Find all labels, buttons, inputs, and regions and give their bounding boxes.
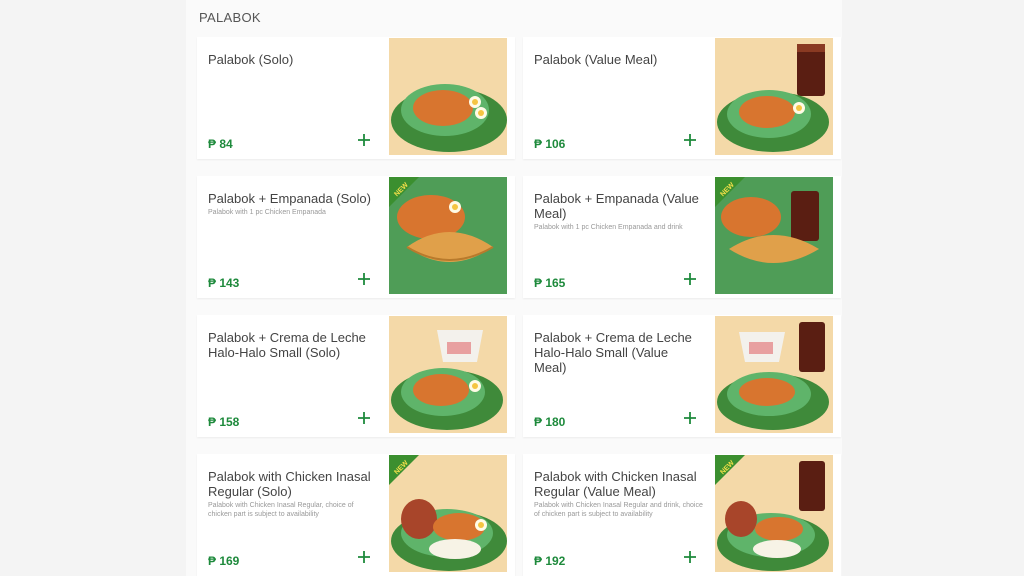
plus-icon xyxy=(684,134,696,146)
plus-icon xyxy=(684,273,696,285)
food-image: NEW xyxy=(389,177,507,294)
add-to-cart-button[interactable] xyxy=(681,131,699,149)
menu-item-card[interactable]: Palabok with Chicken Inasal Regular (Val… xyxy=(523,454,841,576)
add-to-cart-button[interactable] xyxy=(681,548,699,566)
item-price: ₱ 158 xyxy=(208,415,240,429)
menu-item-card[interactable]: Palabok + Empanada (Value Meal) Palabok w… xyxy=(523,176,841,298)
item-description: Palabok with Chicken Inasal Regular and … xyxy=(534,502,703,518)
plus-icon xyxy=(358,134,370,146)
item-name: Palabok (Value Meal) xyxy=(534,52,658,67)
menu-item-card[interactable]: Palabok (Value Meal) ₱ 106 xyxy=(523,37,841,159)
item-name: Palabok + Crema de Leche Halo-Halo Small… xyxy=(208,330,366,360)
food-image xyxy=(715,316,833,433)
menu-item-card[interactable]: Palabok with Chicken Inasal Regular (Sol… xyxy=(197,454,515,576)
item-name: Palabok (Solo) xyxy=(208,52,294,67)
add-to-cart-button[interactable] xyxy=(355,131,373,149)
add-to-cart-button[interactable] xyxy=(355,409,373,427)
section-title: PALABOK xyxy=(199,10,261,25)
menu-page: PALABOK Palabok (Solo) ₱ 84 Palabok (Val… xyxy=(0,0,1024,576)
add-to-cart-button[interactable] xyxy=(681,409,699,427)
item-name: Palabok + Empanada (Value Meal) xyxy=(534,191,699,221)
item-price: ₱ 143 xyxy=(208,276,240,290)
item-description: Palabok with 1 pc Chicken Empanada and d… xyxy=(534,224,683,231)
item-description: Palabok with 1 pc Chicken Empanada xyxy=(208,209,326,216)
item-description: Palabok with Chicken Inasal Regular, cho… xyxy=(208,502,354,518)
item-price: ₱ 84 xyxy=(208,137,233,151)
plus-icon xyxy=(684,551,696,563)
menu-item-card[interactable]: Palabok + Crema de Leche Halo-Halo Small… xyxy=(197,315,515,437)
item-price: ₱ 169 xyxy=(208,554,240,568)
item-name: Palabok with Chicken Inasal Regular (Sol… xyxy=(208,469,371,499)
plus-icon xyxy=(684,412,696,424)
item-price: ₱ 192 xyxy=(534,554,566,568)
food-image: NEW xyxy=(389,455,507,572)
add-to-cart-button[interactable] xyxy=(681,270,699,288)
item-name: Palabok + Empanada (Solo) xyxy=(208,191,371,206)
food-image xyxy=(389,38,507,155)
item-name: Palabok + Crema de Leche Halo-Halo Small… xyxy=(534,330,692,375)
menu-item-card[interactable]: Palabok + Crema de Leche Halo-Halo Small… xyxy=(523,315,841,437)
food-image: NEW xyxy=(715,177,833,294)
plus-icon xyxy=(358,551,370,563)
add-to-cart-button[interactable] xyxy=(355,270,373,288)
food-image xyxy=(715,38,833,155)
menu-item-card[interactable]: Palabok (Solo) ₱ 84 xyxy=(197,37,515,159)
item-price: ₱ 165 xyxy=(534,276,566,290)
plus-icon xyxy=(358,273,370,285)
add-to-cart-button[interactable] xyxy=(355,548,373,566)
food-image xyxy=(389,316,507,433)
item-name: Palabok with Chicken Inasal Regular (Val… xyxy=(534,469,697,499)
item-price: ₱ 106 xyxy=(534,137,566,151)
item-price: ₱ 180 xyxy=(534,415,566,429)
food-image: NEW xyxy=(715,455,833,572)
menu-item-card[interactable]: Palabok + Empanada (Solo) Palabok with 1 … xyxy=(197,176,515,298)
plus-icon xyxy=(358,412,370,424)
